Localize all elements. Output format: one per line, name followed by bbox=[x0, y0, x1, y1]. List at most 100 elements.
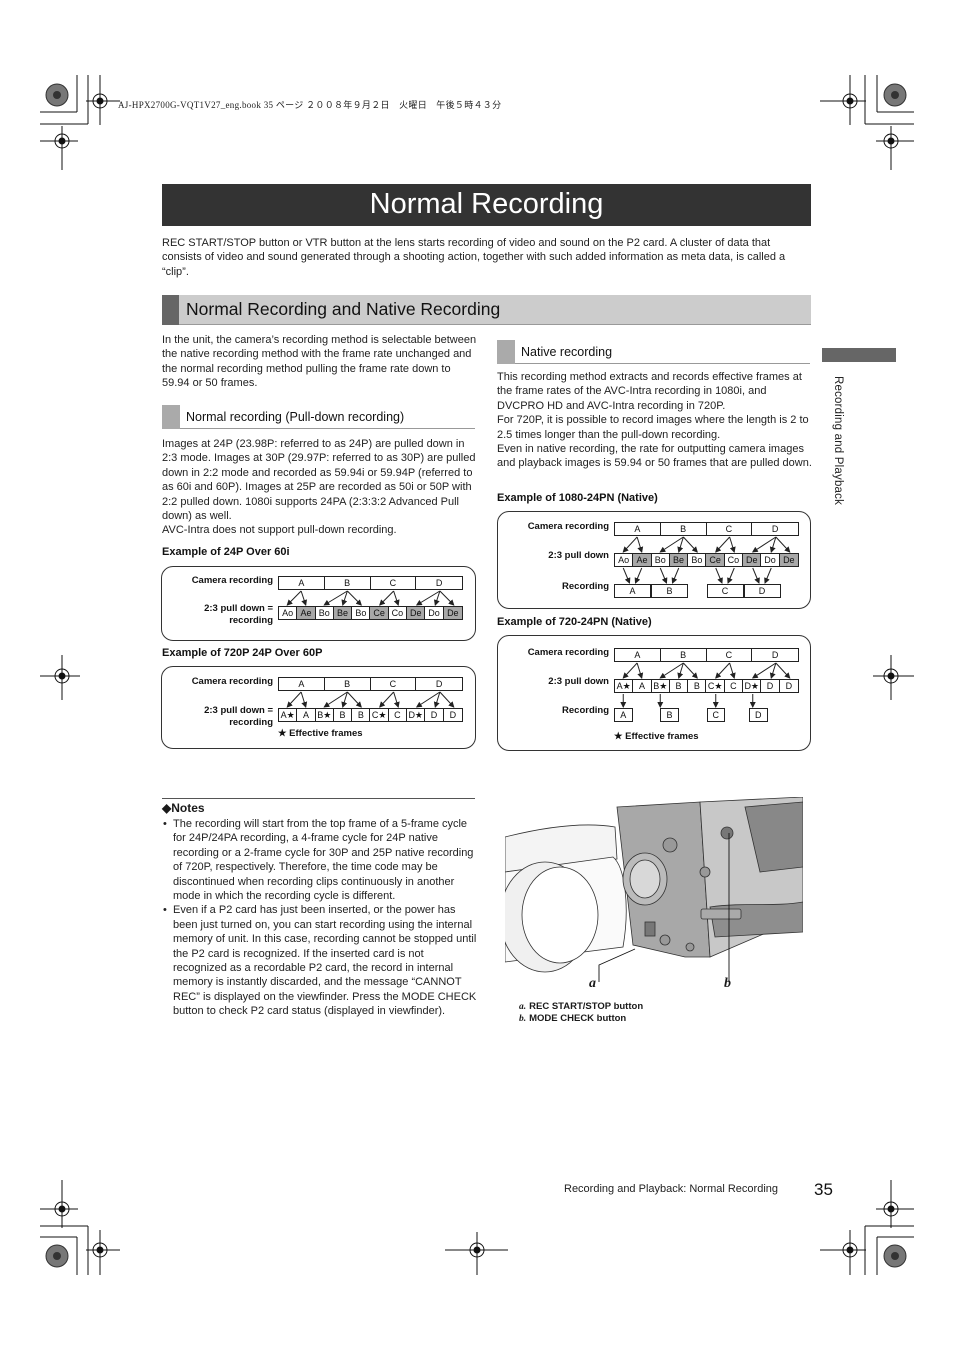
recorded-frame-label: C bbox=[712, 710, 720, 720]
recorded-frame: B bbox=[651, 584, 688, 598]
caption-a-letter: a. bbox=[519, 1002, 527, 1012]
row-label-pulldown: 2:3 pull down bbox=[548, 550, 609, 561]
subheading-tab-marker bbox=[162, 405, 180, 429]
normal-recording-body: Images at 24P (23.98P: referred to as 24… bbox=[162, 437, 477, 538]
section-tab-marker bbox=[162, 295, 179, 325]
pulldown-frame: De bbox=[443, 607, 462, 619]
camera-frames: ABC D bbox=[614, 648, 799, 662]
recording-arrow bbox=[752, 567, 760, 584]
caption-a-text: REC START/STOP button bbox=[529, 1001, 644, 1012]
pulldown-arrow bbox=[439, 691, 455, 708]
row-label-pulldown: 2:3 pull down bbox=[548, 676, 609, 687]
pulldown-arrow bbox=[286, 590, 302, 606]
row-label-camera: Camera recording bbox=[191, 575, 273, 586]
note-item: Even if a P2 card has just been inserted… bbox=[162, 903, 477, 1018]
pulldown-frame: Do bbox=[761, 554, 780, 566]
diagram-title-1080-24pn: Example of 1080-24PN (Native) bbox=[497, 492, 658, 504]
native-recording-text: This recording method extracts and recor… bbox=[497, 371, 802, 412]
print-header: AJ-HPX2700G-VQT1V27_eng.book 35 ページ ２００８… bbox=[118, 100, 502, 110]
pulldown-frame: D bbox=[785, 681, 793, 691]
row-label-camera: Camera recording bbox=[527, 647, 609, 658]
recording-arrow bbox=[622, 567, 631, 584]
row-label-camera: Camera recording bbox=[191, 676, 273, 687]
camera-frame: B bbox=[325, 577, 371, 589]
pulldown-frame: B bbox=[334, 709, 353, 721]
callout-a-label: a bbox=[589, 976, 596, 991]
pulldown-arrow bbox=[286, 691, 302, 708]
recorded-frame-label: A bbox=[629, 586, 636, 596]
caption-mode-check: b. MODE CHECK button bbox=[519, 1013, 626, 1024]
left-intro: In the unit, the camera’s recording meth… bbox=[162, 334, 477, 390]
pulldown-frames: Ao Ae Bo Be Bo Ce Co De Do De bbox=[278, 606, 463, 620]
pulldown-arrow bbox=[300, 590, 308, 606]
camera-frame: C bbox=[707, 523, 753, 535]
native-recording-subheading-label: Native recording bbox=[521, 345, 613, 359]
camera-frame: B bbox=[661, 523, 707, 535]
pulldown-frame: C bbox=[389, 709, 408, 721]
camera-frame: D bbox=[435, 578, 443, 588]
normal-recording-subheading: Normal recording (Pull-down recording) bbox=[162, 405, 475, 429]
pulldown-arrow bbox=[379, 590, 394, 606]
normal-recording-note: AVC-Intra does not support pull-down rec… bbox=[162, 524, 397, 537]
recorded-frame-label: B bbox=[666, 710, 673, 720]
pulldown-arrow bbox=[300, 691, 308, 708]
pulldown-frame: C★ bbox=[370, 709, 389, 721]
recorded-frame-label: D bbox=[755, 710, 762, 720]
row-label-pulldown: 2:3 pull down = recording bbox=[204, 603, 273, 626]
pulldown-frames: Ao Ae Bo Be Bo Ce Co De Do De bbox=[614, 553, 799, 567]
pulldown-arrow bbox=[715, 536, 730, 553]
caption-rec-start-stop: a. REC START/STOP button bbox=[519, 1001, 643, 1012]
pulldown-arrow bbox=[683, 662, 698, 679]
pulldown-frame: Ce bbox=[370, 607, 389, 619]
pulldown-frame: Ce bbox=[706, 554, 725, 566]
intro-paragraph: REC START/STOP button or VTR button at t… bbox=[162, 237, 786, 278]
camera-frames: ABC D bbox=[278, 677, 463, 691]
native-recording-subheading: Native recording bbox=[497, 340, 810, 364]
camera-frame: C bbox=[371, 577, 417, 589]
pulldown-arrow bbox=[347, 590, 362, 606]
pulldown-frame: B★ bbox=[652, 680, 670, 692]
diagram-24p-over-60i: Camera recording 2:3 pull down = recordin… bbox=[161, 566, 476, 641]
camera-frame: C bbox=[371, 678, 417, 690]
notes-divider bbox=[162, 798, 475, 799]
pulldown-arrow bbox=[379, 691, 394, 708]
camera-frame: D bbox=[435, 679, 443, 689]
footer-breadcrumb: Recording and Playback: Normal Recording bbox=[564, 1183, 778, 1195]
camera-frames: ABC D bbox=[614, 522, 799, 536]
native-recording-body: This recording method extracts and recor… bbox=[497, 370, 812, 471]
recording-arrow bbox=[727, 567, 735, 584]
subheading-tab-marker bbox=[497, 340, 515, 364]
pulldown-frame: C bbox=[725, 680, 744, 692]
diagram-720p-24p-over-60p: Camera recording 2:3 pull down = recordin… bbox=[161, 666, 476, 749]
pulldown-arrow bbox=[775, 662, 791, 679]
caption-b-letter: b. bbox=[519, 1014, 527, 1024]
pulldown-frame: D★ bbox=[407, 709, 426, 721]
recorded-frame: D bbox=[749, 708, 768, 722]
native-recording-output: Even in native recording, the rate for o… bbox=[497, 443, 812, 470]
native-recording-720p: For 720P, it is possible to record image… bbox=[497, 414, 809, 441]
row-label-camera: Camera recording bbox=[527, 521, 609, 532]
pulldown-frame: Do bbox=[425, 607, 444, 619]
recorded-frame: A bbox=[614, 584, 651, 598]
pulldown-frame: Ao bbox=[615, 554, 634, 566]
notes-list: The recording will start from the top fr… bbox=[162, 817, 477, 1019]
pulldown-frame: B bbox=[670, 680, 689, 692]
pulldown-frames: A★ A B★ B B C★ C D★ D D bbox=[278, 708, 463, 722]
camera-frame: B bbox=[661, 649, 707, 661]
pulldown-frame: De bbox=[743, 554, 762, 566]
recording-arrow bbox=[634, 567, 643, 584]
pulldown-frame: D bbox=[425, 709, 444, 721]
pulldown-arrow bbox=[636, 536, 644, 553]
recorded-frame: C bbox=[706, 708, 725, 722]
pulldown-frame: D bbox=[761, 680, 780, 692]
effective-frames-legend: ★ Effective frames bbox=[614, 731, 699, 742]
pulldown-arrow bbox=[636, 662, 644, 679]
pulldown-frame: Be bbox=[333, 607, 353, 619]
pulldown-frame: D★ bbox=[743, 680, 762, 692]
row-label-recording: Recording bbox=[562, 581, 609, 592]
pulldown-frame: A★ bbox=[279, 709, 298, 721]
diagram-title-24p-over-60i: Example of 24P Over 60i bbox=[162, 546, 290, 558]
recorded-frame-label: B bbox=[666, 586, 673, 596]
camera-frame: D bbox=[771, 524, 779, 534]
pulldown-frame: A★ bbox=[615, 680, 634, 692]
